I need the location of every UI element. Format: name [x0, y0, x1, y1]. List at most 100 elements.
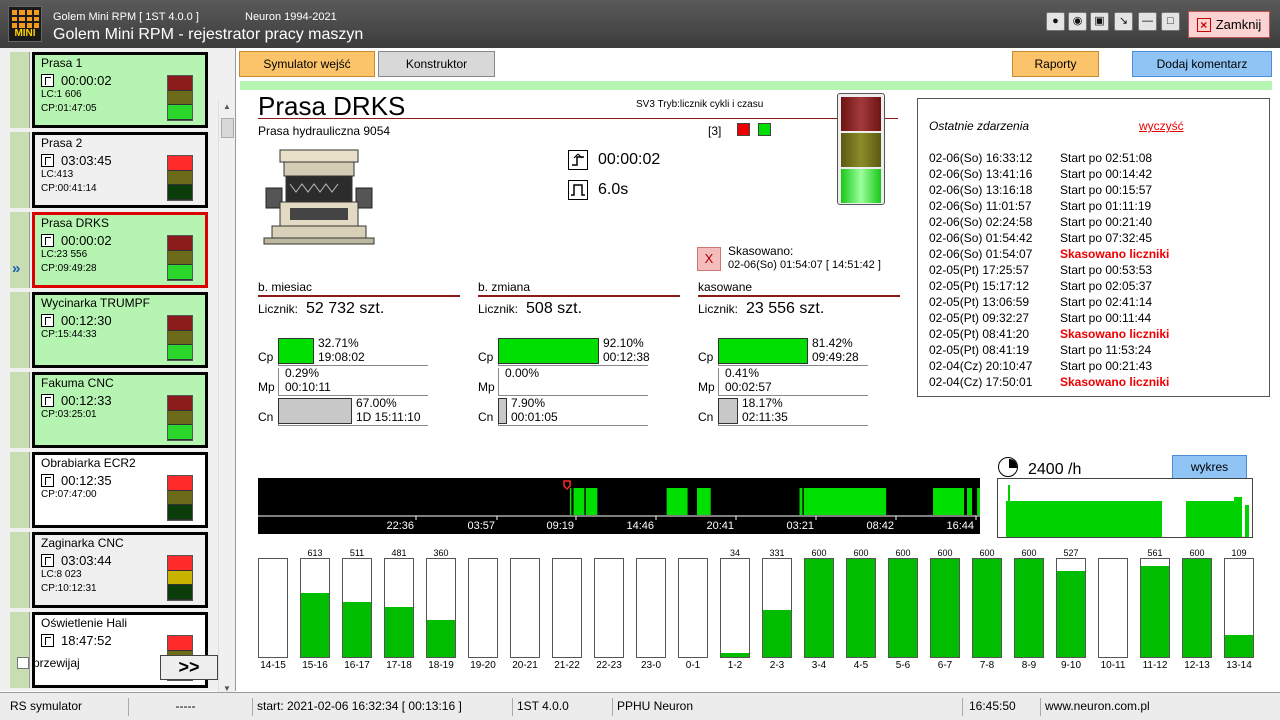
hour-column[interactable]: 109 13-14	[1224, 545, 1254, 675]
hour-column[interactable]: 600 6-7	[930, 545, 960, 675]
rate-clock-icon	[998, 457, 1018, 477]
constructor-button[interactable]: Konstruktor	[378, 51, 495, 77]
scroll-up-icon[interactable]: ▲	[223, 102, 231, 111]
machine-name: Fakuma CNC	[41, 376, 114, 390]
lamp-green	[168, 265, 192, 280]
hour-column[interactable]: 14-15	[258, 545, 288, 675]
event-desc: Start po 00:11:44	[1060, 311, 1152, 325]
screen-icon[interactable]: ▣	[1090, 12, 1109, 31]
hour-column[interactable]: 331 2-3	[762, 545, 792, 675]
machine-card[interactable]: Zaginarka CNC 03:03:44 LC:8 023 CP:10:12…	[32, 532, 208, 608]
stat-percent: 7.90%	[511, 396, 546, 410]
hour-column[interactable]: 19-20	[468, 545, 498, 675]
event-row: 02-06(So) 11:01:57 Start po 01:11:19	[929, 199, 1259, 215]
hour-column[interactable]: 21-22	[552, 545, 582, 675]
hour-column[interactable]: 481 17-18	[384, 545, 414, 675]
rewind-checkbox[interactable]: przewijaj	[17, 656, 80, 670]
hour-column[interactable]: 613 15-16	[300, 545, 330, 675]
event-desc: Start po 00:14:42	[1060, 167, 1153, 181]
hour-column[interactable]: 600 3-4	[804, 545, 834, 675]
lamp-red	[168, 76, 192, 91]
list-scrollbar[interactable]: ▲ ▼	[218, 100, 235, 695]
hour-value: 600	[853, 548, 869, 558]
green-indicator	[758, 123, 771, 136]
counter-label: Licznik:	[698, 302, 739, 316]
resize-icon[interactable]: ↘	[1114, 12, 1133, 31]
machine-card[interactable]: Prasa 1 00:00:02 LC:1 606 CP:01:47:05	[32, 52, 208, 128]
clear-events-link[interactable]: wyczyść	[1139, 119, 1184, 133]
maximize-icon[interactable]: □	[1161, 12, 1180, 31]
hour-bar-frame	[930, 558, 960, 658]
counter-value: 508 szt.	[526, 300, 583, 317]
hour-column[interactable]: 600 8-9	[1014, 545, 1044, 675]
hour-label: 20-21	[512, 660, 538, 671]
hour-column[interactable]: 0-1	[678, 545, 708, 675]
lamp-red	[168, 156, 192, 171]
hour-column[interactable]: 10-11	[1098, 545, 1128, 675]
stats-section: kasowane Licznik: 23 556 szt. Cp 81.42% 09…	[698, 280, 900, 426]
stat-percent: 0.41%	[725, 366, 760, 380]
hour-label: 9-10	[1060, 660, 1081, 671]
hour-bar-frame	[888, 558, 918, 658]
close-button[interactable]: × Zamknij	[1188, 11, 1270, 38]
machine-card[interactable]: Prasa DRKS 00:00:02 LC:23 556 CP:09:49:2…	[32, 212, 208, 288]
hour-column[interactable]: 600 5-6	[888, 545, 918, 675]
hour-column[interactable]: 600 12-13	[1182, 545, 1212, 675]
hour-column[interactable]: 360 18-19	[426, 545, 456, 675]
status-website[interactable]: www.neuron.com.pl	[1040, 698, 1150, 716]
app-title: Golem Mini RPM - rejestrator pracy maszy…	[53, 26, 364, 43]
hour-column[interactable]: 600 7-8	[972, 545, 1002, 675]
machine-card[interactable]: Wycinarka TRUMPF 00:12:30 CP:15:44:33	[32, 292, 208, 368]
hour-column[interactable]: 511 16-17	[342, 545, 372, 675]
next-button[interactable]: >>	[160, 655, 218, 680]
stat-row: Cn 7.90% 00:01:05	[478, 396, 698, 428]
reports-button[interactable]: Raporty	[1012, 51, 1099, 77]
lamp-red	[168, 476, 192, 491]
camera-icon[interactable]: ◉	[1068, 12, 1087, 31]
machine-signal-lamp	[167, 395, 193, 441]
hour-column[interactable]: 527 9-10	[1056, 545, 1086, 675]
stats-section: b. miesiac Licznik: 52 732 szt. Cp 32.71%…	[258, 280, 460, 426]
machine-card[interactable]: Obrabiarka ECR2 00:12:35 CP:07:47:00	[32, 452, 208, 528]
event-time: 02-05(Pt) 17:25:57	[929, 263, 1030, 277]
lamp-green	[168, 185, 192, 200]
hour-column[interactable]: 22-23	[594, 545, 624, 675]
minimize-icon[interactable]: —	[1138, 12, 1157, 31]
input-simulator-button[interactable]: Symulator wejść	[239, 51, 375, 77]
stat-bar	[278, 338, 314, 364]
event-row: 02-06(So) 01:54:42 Start po 07:32:45	[929, 231, 1259, 247]
stat-values: 0.29% 00:10:11	[285, 366, 331, 394]
chat-icon[interactable]: ●	[1046, 12, 1065, 31]
chart-button[interactable]: wykres	[1172, 455, 1247, 480]
hour-label: 4-5	[853, 660, 869, 671]
timeline-tick-label: 22:36	[386, 520, 414, 532]
hour-label: 6-7	[937, 660, 953, 671]
hour-column[interactable]: 20-21	[510, 545, 540, 675]
event-time: 02-04(Cz) 20:10:47	[929, 359, 1033, 373]
stat-percent: 0.00%	[505, 366, 540, 380]
press-machine-image	[263, 149, 375, 245]
machine-card[interactable]: Prasa 2 03:03:45 LC:413 CP:00:41:14	[32, 132, 208, 208]
hour-column[interactable]: 600 4-5	[846, 545, 876, 675]
pulse-time: 6.0s	[568, 180, 628, 200]
machine-mode: SV3 Tryb:licznik cykli i czasu	[636, 99, 764, 110]
hour-label: 5-6	[895, 660, 911, 671]
scroll-thumb[interactable]	[221, 118, 234, 138]
stats-section: b. zmiana Licznik: 508 szt. Cp 92.10% 00:1…	[478, 280, 680, 426]
checkbox-box[interactable]	[17, 657, 29, 669]
add-comment-button[interactable]: Dodaj komentarz	[1132, 51, 1272, 77]
reset-counters-button[interactable]: X	[697, 247, 721, 271]
lamp-yellow	[168, 410, 192, 426]
red-indicator	[737, 123, 750, 136]
lamp-green	[168, 425, 192, 440]
activity-timeline[interactable]: 22:36 03:57 09:19 14:46 20:41 03:21 08:42 16:44	[258, 478, 980, 534]
hour-column[interactable]: 34 1-2	[720, 545, 750, 675]
timeline-tick-label: 03:57	[467, 520, 495, 532]
machine-name: Prasa 2	[41, 136, 83, 150]
event-desc: Start po 02:05:37	[1060, 279, 1153, 293]
hour-column[interactable]: 561 11-12	[1140, 545, 1170, 675]
machine-card[interactable]: Fakuma CNC 00:12:33 CP:03:25:01	[32, 372, 208, 448]
hour-column[interactable]: 23-0	[636, 545, 666, 675]
stat-time: 1D 15:11:10	[356, 410, 421, 424]
hour-value: 561	[1147, 548, 1163, 558]
